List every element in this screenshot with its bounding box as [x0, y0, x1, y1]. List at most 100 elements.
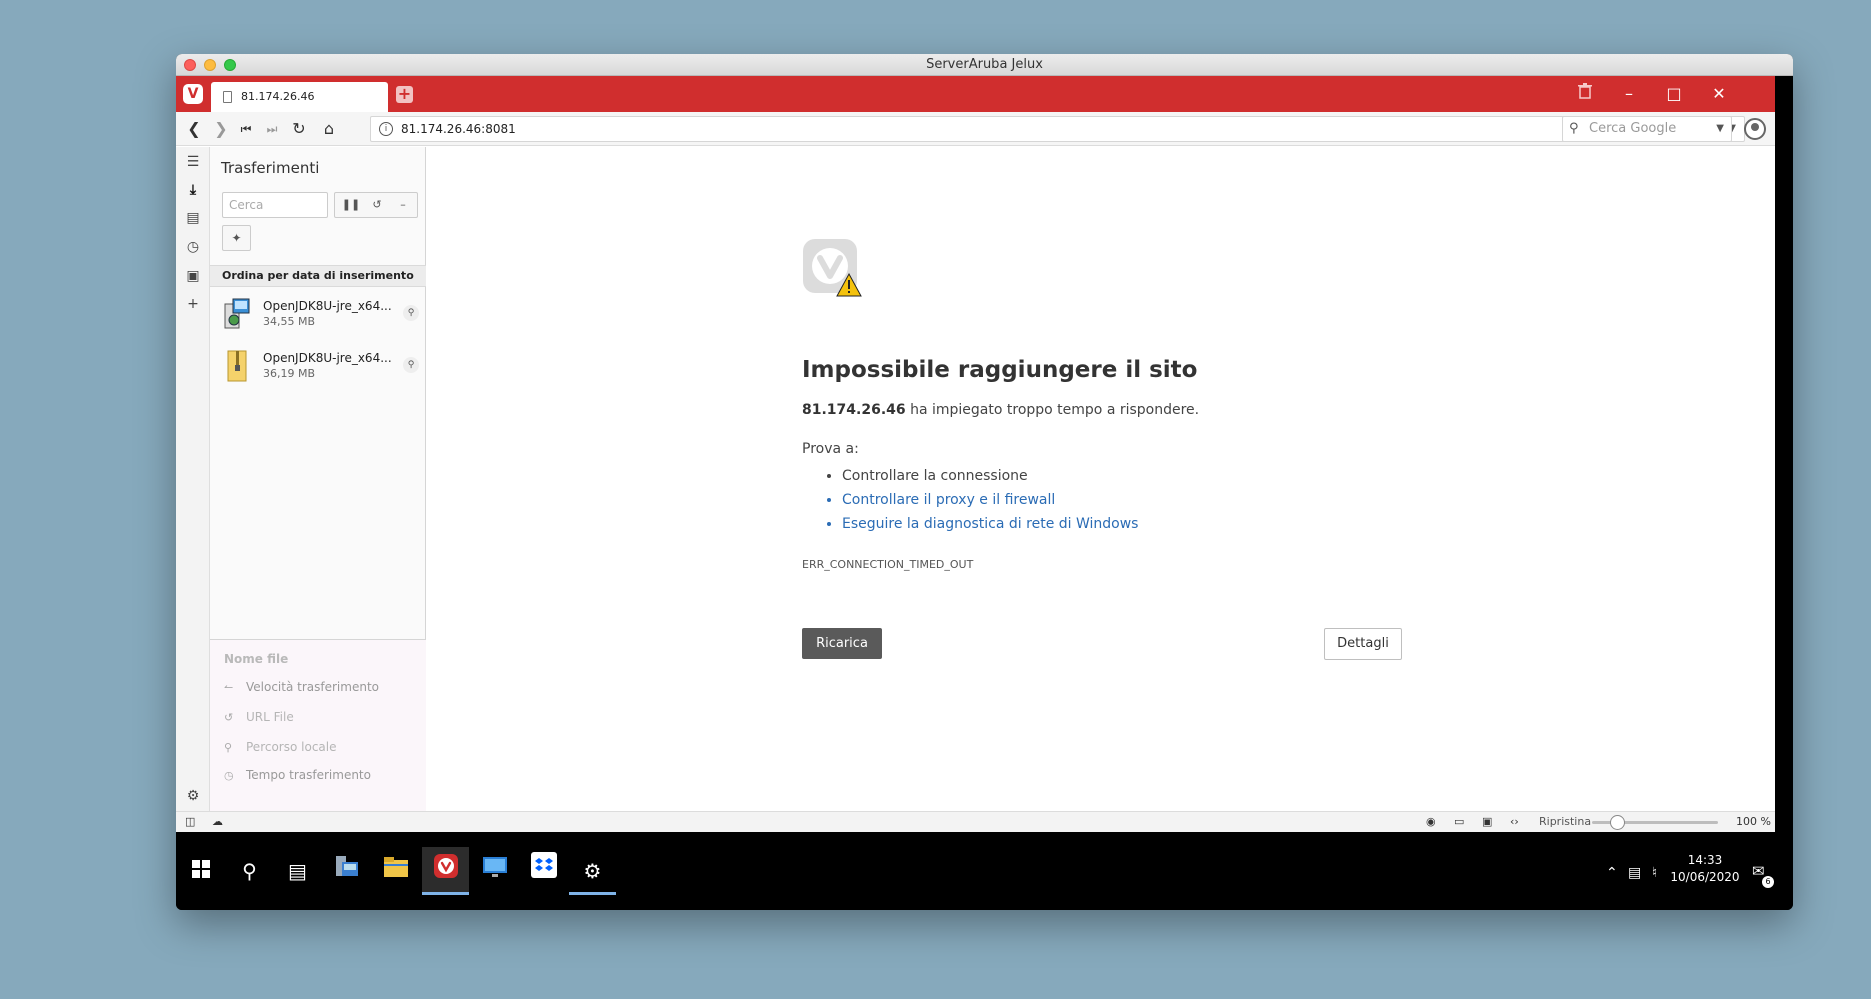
tile-icon[interactable]: ▭ — [1454, 814, 1464, 830]
remove-icon[interactable]: – — [391, 196, 415, 214]
server-manager-icon[interactable] — [323, 847, 370, 895]
panel-strip: ☰ ⤓ ▤ ◷ ▣ + ⚙ — [176, 147, 210, 811]
details-button[interactable]: Dettagli — [1324, 628, 1402, 660]
window-edge — [1775, 76, 1793, 832]
notes-icon[interactable]: ▤ — [184, 209, 202, 227]
url-input[interactable]: i 81.174.26.46:8081 ☐ ▼ — [370, 116, 1745, 142]
window-title: ServerAruba Jelux — [926, 57, 1043, 72]
page-actions-icon[interactable]: ‹› — [1510, 814, 1519, 830]
zoom-reset[interactable]: Ripristina — [1539, 814, 1591, 830]
window-panel-icon[interactable]: ▣ — [184, 267, 202, 285]
images-icon[interactable]: ▣ — [1482, 814, 1492, 830]
dropbox-icon[interactable] — [520, 847, 567, 895]
zoom-slider-handle[interactable] — [1610, 815, 1625, 830]
reload-button[interactable]: Ricarica — [802, 628, 882, 659]
site-info-icon[interactable]: i — [379, 122, 393, 136]
mac-titlebar[interactable]: ServerAruba Jelux — [176, 54, 1793, 76]
capture-icon[interactable]: ◉ — [1426, 814, 1436, 830]
zoom-level: 100 % — [1736, 815, 1771, 828]
windows-taskbar: ⚲ ▤ ⚙ ⌃ ▤ ♮ 14:33 10/06/2020 ✉ 6 — [176, 832, 1793, 910]
add-panel-icon[interactable]: + — [184, 295, 202, 313]
task-view-icon[interactable]: ▤ — [274, 847, 321, 895]
download-item[interactable]: OpenJDK8U-jre_x64... 36,19 MB ⚲ — [210, 344, 426, 394]
download-size: 34,55 MB — [263, 315, 316, 328]
volume-muted-icon[interactable]: ♮ — [1652, 865, 1657, 881]
address-bar: ❮ ❯ ⏮ ⏭ ↻ ⌂ i 81.174.26.46:8081 ☐ ▼ ⚲ Ce… — [176, 112, 1775, 146]
error-title: Impossibile raggiungere il sito — [802, 357, 1198, 383]
panel-toggle-icon[interactable]: ◫ — [185, 814, 195, 830]
error-host: 81.174.26.46 — [802, 402, 906, 418]
remote-desktop-icon[interactable] — [471, 847, 518, 895]
close-icon[interactable]: ✕ — [1699, 76, 1739, 112]
error-message: 81.174.26.46 ha impiegato troppo tempo a… — [802, 402, 1199, 418]
close-window-button[interactable] — [184, 59, 196, 71]
vivaldi-menu-icon[interactable]: V — [183, 84, 203, 104]
zip-icon — [227, 350, 247, 382]
download-controls: ❚❚ ↺ – — [334, 192, 418, 218]
installer-icon — [224, 298, 250, 329]
file-explorer-icon[interactable] — [372, 847, 419, 895]
home-icon[interactable]: ⌂ — [317, 118, 341, 140]
search-input[interactable]: ⚲ Cerca Google ▼ — [1562, 116, 1732, 142]
back-icon[interactable]: ❮ — [182, 118, 206, 140]
vivaldi-error-icon — [803, 239, 862, 297]
start-icon[interactable] — [177, 847, 224, 895]
search-placeholder: Cerca Google — [1589, 121, 1677, 136]
download-name: OpenJDK8U-jre_x64... — [263, 351, 392, 365]
tab-title: 81.174.26.46 — [241, 90, 315, 103]
forward-icon[interactable]: ❯ — [209, 118, 233, 140]
settings-gear-icon[interactable]: ⚙ — [569, 847, 616, 895]
history-icon[interactable]: ◷ — [184, 238, 202, 256]
mac-window: ServerAruba Jelux V 81.174.26.46 + – □ ✕… — [176, 54, 1793, 910]
suggestion-item: Controllare la connessione — [842, 464, 1138, 488]
downloads-panel: Trasferimenti Cerca ❚❚ ↺ – ✦ Ordina per … — [210, 147, 426, 811]
sort-header[interactable]: Ordina per data di inserimento — [210, 265, 426, 287]
page-icon — [223, 91, 232, 103]
tab-active[interactable]: 81.174.26.46 — [211, 82, 388, 112]
clock-time: 14:33 — [1687, 853, 1723, 867]
pause-icon[interactable]: ❚❚ — [339, 196, 363, 214]
maximize-icon[interactable]: □ — [1654, 76, 1694, 112]
search-icon[interactable]: ⚲ — [226, 847, 273, 895]
reload-icon[interactable]: ↻ — [287, 118, 311, 140]
vivaldi-taskbar-icon[interactable] — [422, 847, 469, 895]
clear-downloads-icon[interactable]: ✦ — [222, 225, 251, 251]
trash-icon[interactable] — [1565, 76, 1605, 112]
new-tab-button[interactable]: + — [396, 86, 413, 103]
downloads-icon[interactable]: ⤓ — [184, 181, 202, 199]
show-in-folder-icon[interactable]: ⚲ — [403, 357, 419, 373]
bookmarks-icon[interactable]: ☰ — [184, 153, 202, 171]
download-details: Nome file ↼ Velocità trasferimento ↺ URL F… — [210, 639, 426, 811]
panel-title: Trasferimenti — [221, 159, 320, 177]
search-icon: ⚲ — [224, 741, 233, 754]
vivaldi-browser: V 81.174.26.46 + – □ ✕ ❮ ❯ ⏮ ⏭ ↻ ⌂ i 81.… — [176, 76, 1775, 832]
download-name: OpenJDK8U-jre_x64... — [263, 299, 392, 313]
tray-expand-icon[interactable]: ⌃ — [1606, 865, 1618, 881]
suggestion-link-proxy[interactable]: Controllare il proxy e il firewall — [842, 488, 1138, 512]
minimize-icon[interactable]: – — [1609, 76, 1649, 112]
downloads-search-placeholder: Cerca — [229, 198, 264, 212]
zoom-window-button[interactable] — [224, 59, 236, 71]
download-size: 36,19 MB — [263, 367, 316, 380]
link-icon: ↺ — [224, 711, 234, 724]
retry-icon[interactable]: ↺ — [365, 196, 389, 214]
detail-speed: ↼ Velocità trasferimento — [224, 680, 379, 694]
show-in-folder-icon[interactable]: ⚲ — [403, 305, 419, 321]
minimize-window-button[interactable] — [204, 59, 216, 71]
network-icon[interactable]: ▤ — [1628, 865, 1641, 881]
suggestion-link-diagnostics[interactable]: Eseguire la diagnostica di rete di Windo… — [842, 512, 1138, 536]
try-label: Prova a: — [802, 441, 859, 457]
download-item[interactable]: OpenJDK8U-jre_x64... 34,55 MB ⚲ — [210, 292, 426, 342]
fast-forward-icon[interactable]: ⏭ — [260, 118, 284, 140]
detail-url: ↺ URL File — [224, 710, 294, 724]
downloads-search-input[interactable]: Cerca — [222, 192, 328, 218]
tab-bar: V 81.174.26.46 + – □ ✕ — [176, 76, 1775, 112]
taskbar-clock[interactable]: 14:33 10/06/2020 — [1670, 852, 1740, 886]
settings-icon[interactable]: ⚙ — [184, 787, 202, 805]
profile-icon[interactable] — [1744, 118, 1766, 140]
sync-cloud-icon[interactable]: ☁ — [212, 814, 223, 830]
rewind-icon[interactable]: ⏮ — [234, 118, 258, 140]
search-engine-dropdown-icon[interactable]: ▼ — [1716, 117, 1724, 141]
speed-icon: ↼ — [224, 681, 234, 694]
detail-filename: Nome file — [224, 652, 289, 666]
